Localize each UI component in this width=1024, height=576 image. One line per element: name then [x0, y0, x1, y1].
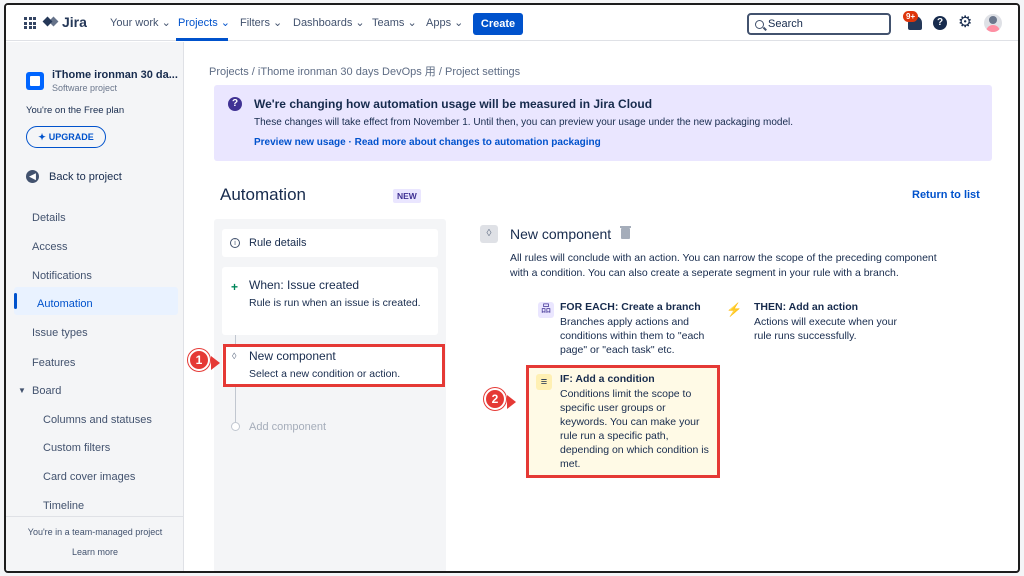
new-lozenge: NEW — [393, 189, 421, 203]
settings-gear-icon[interactable]: ⚙ — [958, 15, 972, 31]
page-title: Automation — [220, 185, 306, 204]
sidebar: iThome ironman 30 da... Software project… — [6, 42, 184, 571]
chevron-down-icon[interactable]: ▼ — [18, 386, 26, 395]
plan-note: You're on the Free plan — [26, 105, 125, 116]
trash-icon[interactable] — [620, 226, 631, 239]
sidebar-item-notifications[interactable]: Notifications — [32, 270, 92, 282]
banner-links[interactable]: Preview new usage · Read more about chan… — [254, 137, 601, 148]
learn-more-link[interactable]: Learn more — [6, 547, 184, 557]
help-icon[interactable]: ? — [933, 16, 947, 30]
app-name: Jira — [62, 14, 87, 30]
info-icon: i — [230, 238, 240, 248]
foreach-description: Branches apply actions and conditions wi… — [560, 316, 705, 356]
back-arrow-icon: ◀ — [26, 170, 39, 183]
sidebar-divider — [6, 516, 184, 517]
user-avatar[interactable] — [984, 14, 1002, 32]
upgrade-label: UPGRADE — [48, 132, 94, 142]
info-banner: ? We're changing how automation usage wi… — [214, 85, 992, 161]
back-label: Back to project — [49, 170, 122, 183]
active-item-indicator — [14, 293, 17, 309]
team-managed-note: You're in a team-managed project — [27, 527, 163, 537]
project-avatar-icon — [26, 72, 44, 90]
notification-badge: 9+ — [903, 11, 919, 22]
sidebar-item-automation[interactable]: Automation — [37, 298, 93, 310]
search-placeholder: Search — [768, 18, 803, 30]
sparkle-icon: ✦ — [38, 131, 46, 142]
filter-icon: ≡ — [536, 374, 552, 390]
sidebar-item-board[interactable]: Board — [32, 385, 61, 397]
panel-title: New component — [510, 226, 612, 242]
sidebar-item-custom-filters[interactable]: Custom filters — [43, 442, 110, 454]
add-component-dot-icon — [231, 422, 240, 431]
create-button[interactable]: Create — [473, 13, 523, 35]
callout-2-pointer — [507, 395, 516, 409]
upgrade-button[interactable]: ✦ UPGRADE — [26, 126, 106, 148]
jira-logo-icon — [42, 15, 59, 29]
callout-1-pointer — [211, 356, 220, 370]
banner-text: These changes will take effect from Nove… — [254, 117, 793, 128]
nav-filters[interactable]: Filters ⌄ — [240, 16, 282, 29]
app-window: Jira Your work ⌄ Projects ⌄ Filters ⌄ Da… — [4, 3, 1020, 573]
nav-teams[interactable]: Teams ⌄ — [372, 16, 417, 29]
project-name[interactable]: iThome ironman 30 da... — [52, 69, 178, 81]
if-description: Conditions limit the scope to specific u… — [560, 388, 709, 470]
rule-details-label: Rule details — [249, 237, 307, 249]
breadcrumb[interactable]: Projects / iThome ironman 30 days DevOps… — [209, 63, 520, 79]
component-node-icon: ◊ — [480, 225, 498, 243]
sidebar-item-access[interactable]: Access — [32, 241, 67, 253]
jira-logo[interactable]: Jira — [42, 14, 87, 30]
nav-projects[interactable]: Projects ⌄ — [178, 16, 230, 29]
trigger-plus-icon: + — [231, 280, 239, 294]
callout-1: 1 — [188, 349, 210, 371]
nav-dashboards[interactable]: Dashboards ⌄ — [293, 16, 365, 29]
branch-icon: 品 — [538, 302, 554, 318]
sidebar-item-features[interactable]: Features — [32, 357, 75, 369]
return-to-list-link[interactable]: Return to list — [912, 189, 980, 201]
then-option[interactable]: THEN: Add an action — [754, 301, 858, 313]
add-component-button[interactable]: Add component — [249, 421, 326, 433]
project-type: Software project — [52, 83, 118, 93]
sidebar-item-issue-types[interactable]: Issue types — [32, 327, 88, 339]
sidebar-item-columns[interactable]: Columns and statuses — [43, 414, 152, 426]
panel-description: All rules will conclude with an action. … — [510, 252, 937, 279]
sidebar-item-card-cover[interactable]: Card cover images — [43, 471, 135, 483]
nav-your-work[interactable]: Your work ⌄ — [110, 16, 171, 29]
trigger-description: Rule is run when an issue is created. — [249, 297, 421, 309]
back-to-project-link[interactable]: ◀ Back to project — [26, 170, 122, 183]
if-option-title: IF: Add a condition — [560, 373, 655, 385]
nav-apps[interactable]: Apps ⌄ — [426, 16, 463, 29]
callout-2: 2 — [484, 388, 506, 410]
search-input[interactable]: Search — [747, 13, 891, 35]
sidebar-item-details[interactable]: Details — [32, 212, 66, 224]
lightning-icon: ⚡ — [726, 302, 743, 318]
then-description: Actions will execute when your rule runs… — [754, 316, 897, 342]
active-nav-indicator — [176, 38, 228, 41]
banner-title: We're changing how automation usage will… — [254, 97, 653, 111]
trigger-title: When: Issue created — [249, 278, 360, 292]
search-icon — [755, 19, 764, 29]
top-navigation: Jira Your work ⌄ Projects ⌄ Filters ⌄ Da… — [6, 5, 1018, 41]
foreach-option[interactable]: FOR EACH: Create a branch — [560, 301, 701, 313]
highlight-box-1 — [223, 344, 445, 387]
sidebar-item-timeline[interactable]: Timeline — [43, 500, 84, 512]
question-icon: ? — [228, 97, 242, 111]
app-switcher-icon[interactable] — [24, 17, 36, 29]
